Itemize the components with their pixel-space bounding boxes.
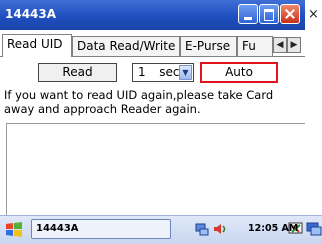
taskbar-app-button[interactable]: 14443A <box>31 219 171 239</box>
tab-read-uid[interactable]: Read UID <box>2 34 72 57</box>
window-title: 14443A <box>5 7 57 21</box>
tab-e-purse[interactable]: E-Purse <box>180 36 237 56</box>
taskbar: 14443A 12:05 AM <box>0 215 322 244</box>
network-icon[interactable] <box>194 221 210 237</box>
chevron-down-icon[interactable]: ▼ <box>179 65 192 80</box>
read-button[interactable]: Read <box>38 63 117 82</box>
app-window: 14443A Read UID Data Read/Write E-Purse … <box>0 0 305 243</box>
desktop-icon[interactable] <box>306 221 322 237</box>
tab-scroll-right-icon[interactable]: ▶ <box>287 37 301 53</box>
instruction-text: If you want to read UID again,please tak… <box>4 88 274 116</box>
read-uid-panel: Read 1 sec ▼ Auto If you want to read UI… <box>0 57 305 215</box>
interval-unit: sec <box>159 65 180 79</box>
start-icon[interactable] <box>4 220 24 240</box>
interval-select[interactable]: 1 sec ▼ <box>132 63 194 82</box>
title-bar[interactable]: 14443A <box>0 0 305 30</box>
tab-strip: Read UID Data Read/Write E-Purse Fu ◀ ▶ <box>0 34 305 57</box>
maximize-button[interactable] <box>259 4 279 24</box>
clock: 12:05 AM <box>248 223 299 234</box>
interval-value: 1 <box>138 65 146 79</box>
close-button[interactable] <box>280 4 300 24</box>
tab-data-read-write[interactable]: Data Read/Write <box>72 36 180 56</box>
tab-partial[interactable]: Fu <box>237 36 273 56</box>
outer-close-icon[interactable]: × <box>308 7 319 22</box>
tab-scroll-left-icon[interactable]: ◀ <box>273 37 287 53</box>
volume-icon[interactable] <box>212 221 228 237</box>
auto-button[interactable]: Auto <box>200 62 278 83</box>
output-area[interactable] <box>6 123 305 215</box>
minimize-button[interactable] <box>238 4 258 24</box>
